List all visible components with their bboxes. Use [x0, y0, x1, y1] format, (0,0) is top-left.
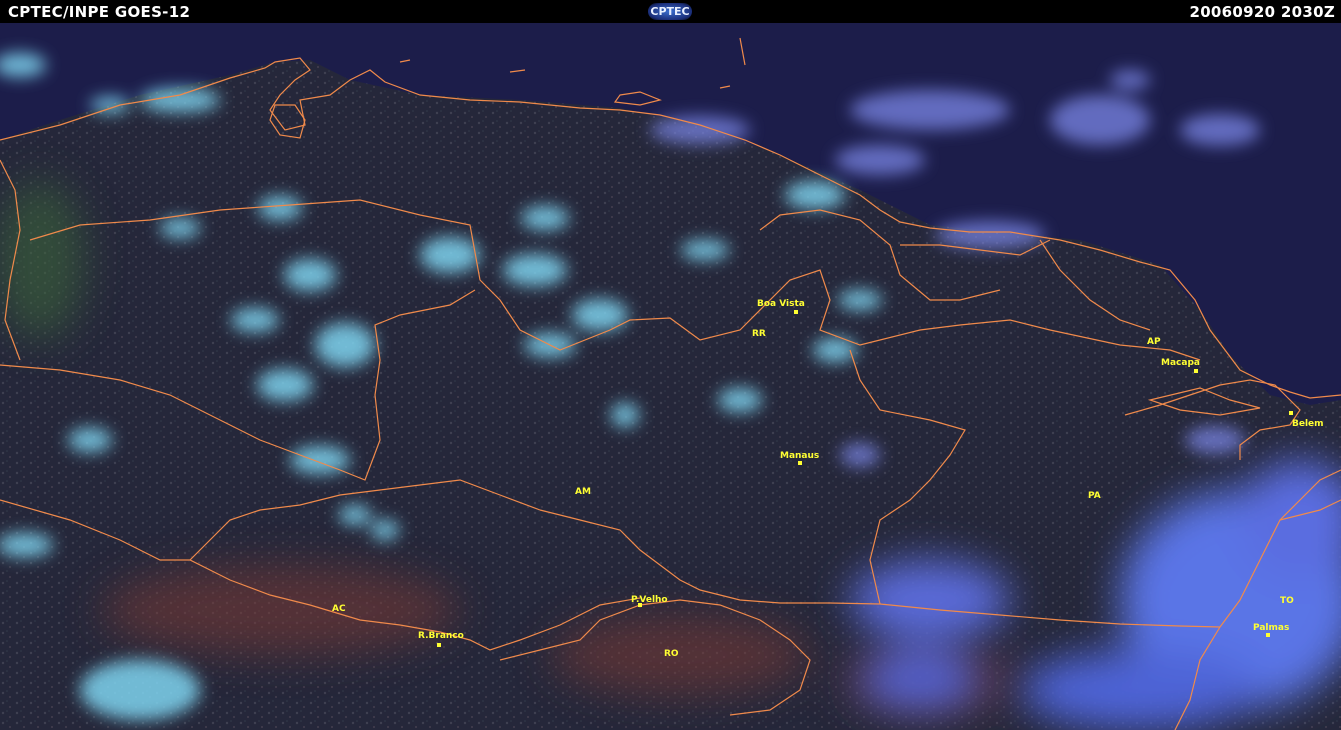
boa-vista-marker [794, 310, 798, 314]
state-label-ap: AP [1147, 337, 1161, 347]
city-label-belem: Belem [1292, 419, 1324, 429]
city-label-manaus: Manaus [780, 451, 819, 461]
state-label-to: TO [1280, 596, 1294, 606]
city-label-p-velho: P.Velho [631, 595, 668, 605]
state-label-pa: PA [1088, 491, 1101, 501]
palmas-marker [1266, 633, 1270, 637]
state-label-am: AM [575, 487, 591, 497]
state-label-ro: RO [664, 649, 679, 659]
source-label: CPTEC/INPE GOES-12 [8, 3, 191, 21]
cptec-logo: CPTEC [648, 3, 692, 20]
datetime-label: 20060920 2030Z [1189, 3, 1335, 21]
state-label-rr: RR [752, 329, 766, 339]
city-label-palmas: Palmas [1253, 623, 1289, 633]
city-label-boa-vista: Boa Vista [757, 299, 805, 309]
manaus-marker [798, 461, 802, 465]
city-label-r-branco: R.Branco [418, 631, 464, 641]
macapa-marker [1194, 369, 1198, 373]
r-branco-marker [437, 643, 441, 647]
satellite-map: RR AP AM PA AC RO TO Boa Vista Macapa Be… [0, 23, 1341, 730]
city-label-macapa: Macapa [1161, 358, 1200, 368]
state-label-ac: AC [332, 604, 346, 614]
header-bar: CPTEC/INPE GOES-12 CPTEC 20060920 2030Z [0, 0, 1341, 23]
belem-marker [1289, 411, 1293, 415]
satellite-image-viewer: CPTEC/INPE GOES-12 CPTEC 20060920 2030Z [0, 0, 1341, 730]
